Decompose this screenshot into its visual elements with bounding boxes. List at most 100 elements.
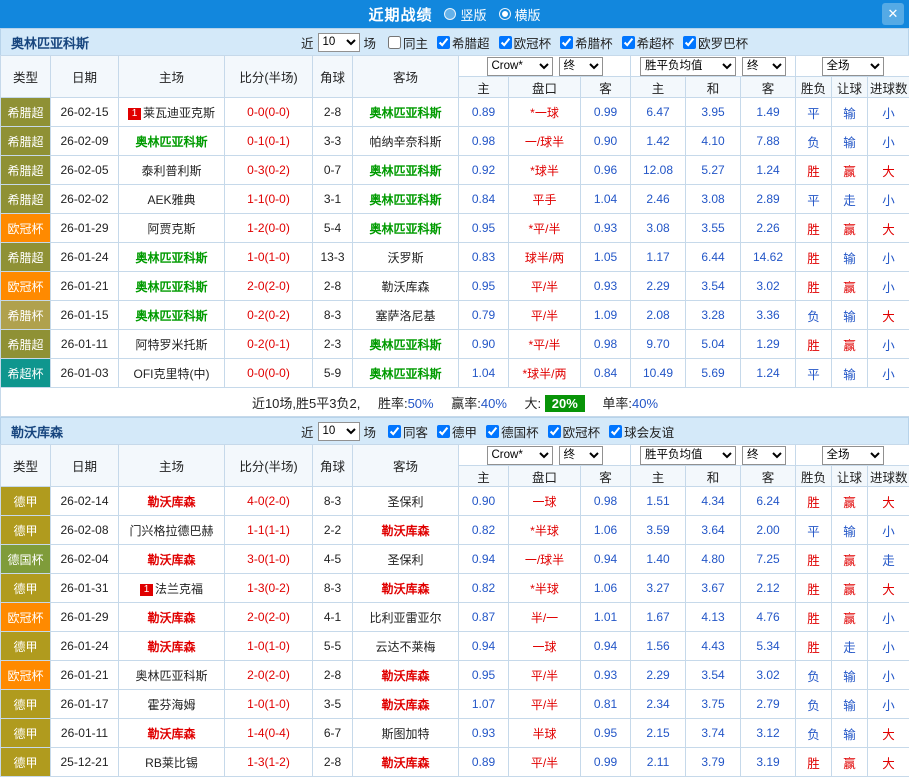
result-outcome: 胜: [796, 156, 832, 185]
team-name: 勒沃库森: [381, 756, 429, 770]
euro-home-odds: 1.40: [631, 545, 686, 574]
corner-score: 5-4: [313, 214, 353, 243]
close-button[interactable]: ✕: [882, 3, 904, 25]
match-score: 0-0(0-0): [225, 359, 313, 388]
filter-checkbox[interactable]: [609, 425, 622, 438]
recent-count-select[interactable]: 10: [318, 422, 360, 441]
filter-checkbox[interactable]: [486, 425, 499, 438]
match-score: 3-0(1-0): [225, 545, 313, 574]
radio-icon: [499, 8, 511, 20]
handicap-line: 平手: [509, 185, 581, 214]
team-name: 勒沃库森: [381, 280, 429, 294]
filter-同客[interactable]: 同客: [388, 422, 428, 441]
match-row: 德甲25-12-21RB莱比锡1-3(1-2)2-8勒沃库森0.89平/半0.9…: [1, 748, 909, 777]
filter-欧冠杯[interactable]: 欧冠杯: [548, 422, 601, 441]
match-score: 1-4(0-4): [225, 719, 313, 748]
euro-draw-odds: 5.27: [686, 156, 741, 185]
team-name: 勒沃库森: [147, 640, 195, 654]
filter-球会友谊[interactable]: 球会友谊: [609, 422, 674, 441]
bookmaker-select[interactable]: Crow*: [487, 446, 553, 465]
match-score: 1-1(1-1): [225, 516, 313, 545]
result-outcome: 胜: [796, 545, 832, 574]
filter-德国杯[interactable]: 德国杯: [486, 422, 539, 441]
filter-同主[interactable]: 同主: [388, 33, 428, 52]
team-name: 门兴格拉德巴赫: [129, 524, 213, 538]
match-date: 25-12-21: [51, 748, 119, 777]
subcolumn-euro-away: 客: [741, 77, 796, 98]
league-filters: 同客德甲德国杯欧冠杯球会友谊: [388, 422, 674, 441]
team-name: RB莱比锡: [145, 756, 198, 770]
match-date: 26-02-02: [51, 185, 119, 214]
filter-checkbox[interactable]: [388, 36, 401, 49]
handicap-line: *球半/两: [509, 359, 581, 388]
filter-欧罗巴杯[interactable]: 欧罗巴杯: [683, 33, 748, 52]
asian-away-odds: 1.01: [581, 603, 631, 632]
section-header: 奥林匹亚科斯 近 10 场 同主希腊超欧冠杯希腊杯希超杯欧罗巴杯: [0, 28, 909, 55]
result-goals: 走: [868, 545, 909, 574]
scope-select[interactable]: 全场: [822, 446, 884, 465]
filter-checkbox[interactable]: [437, 425, 450, 438]
team-name: 奥林匹亚科斯: [135, 669, 207, 683]
league-badge: 德甲: [1, 719, 51, 748]
filter-checkbox[interactable]: [437, 36, 450, 49]
away-team: 勒沃库森: [353, 272, 459, 301]
corner-score: 2-8: [313, 748, 353, 777]
match-row: 德国杯26-02-04勒沃库森3-0(1-0)4-5圣保利0.94一/球半0.9…: [1, 545, 909, 574]
filter-checkbox[interactable]: [560, 36, 573, 49]
filter-checkbox[interactable]: [683, 36, 696, 49]
match-date: 26-01-31: [51, 574, 119, 603]
column-header-score: 比分(半场): [225, 445, 313, 487]
team-name: 奥林匹亚科斯: [369, 367, 441, 381]
column-header-type: 类型: [1, 56, 51, 98]
league-badge: 希腊杯: [1, 301, 51, 330]
result-outcome: 负: [796, 127, 832, 156]
radio-icon: [444, 8, 456, 20]
filter-德甲[interactable]: 德甲: [437, 422, 477, 441]
result-goals: 小: [868, 243, 909, 272]
asian-home-odds: 0.89: [459, 748, 509, 777]
result-outcome: 平: [796, 185, 832, 214]
asian-stage-select[interactable]: 终: [559, 57, 603, 76]
scope-select[interactable]: 全场: [822, 57, 884, 76]
filter-checkbox[interactable]: [548, 425, 561, 438]
result-handicap: 输: [832, 359, 868, 388]
home-team: 勒沃库森: [119, 603, 225, 632]
subcolumn-handicap: 盘口: [509, 466, 581, 487]
euro-odds-select[interactable]: 胜平负均值: [640, 446, 736, 465]
result-goals: 大: [868, 748, 909, 777]
filter-希腊杯[interactable]: 希腊杯: [560, 33, 613, 52]
layout-option-vertical[interactable]: 竖版: [444, 5, 486, 24]
handicap-line: 半/一: [509, 603, 581, 632]
column-header-date: 日期: [51, 445, 119, 487]
filter-checkbox[interactable]: [499, 36, 512, 49]
result-outcome: 胜: [796, 632, 832, 661]
win-rate-label: 胜率:: [378, 396, 408, 411]
recent-count-select[interactable]: 10: [318, 33, 360, 52]
layout-option-horizontal[interactable]: 横版: [499, 5, 541, 24]
filter-希腊超[interactable]: 希腊超: [437, 33, 490, 52]
recent-label-pre: 近: [301, 33, 314, 52]
match-row: 希腊超26-02-05泰利普利斯0-3(0-2)0-7奥林匹亚科斯0.92*球半…: [1, 156, 909, 185]
euro-away-odds: 7.25: [741, 545, 796, 574]
home-team: OFI克里特(中): [119, 359, 225, 388]
home-team: RB莱比锡: [119, 748, 225, 777]
filter-checkbox[interactable]: [388, 425, 401, 438]
match-row: 希腊超26-01-11阿特罗米托斯0-2(0-1)2-3奥林匹亚科斯0.90*平…: [1, 330, 909, 359]
away-team: 塞萨洛尼基: [353, 301, 459, 330]
filter-欧冠杯[interactable]: 欧冠杯: [499, 33, 552, 52]
euro-stage-select[interactable]: 终: [742, 446, 786, 465]
filter-checkbox[interactable]: [622, 36, 635, 49]
euro-odds-select[interactable]: 胜平负均值: [640, 57, 736, 76]
euro-stage-select[interactable]: 终: [742, 57, 786, 76]
handicap-line: 平/半: [509, 690, 581, 719]
asian-home-odds: 0.95: [459, 214, 509, 243]
away-team: 帕纳辛奈科斯: [353, 127, 459, 156]
league-badge: 希腊超: [1, 185, 51, 214]
filter-希超杯[interactable]: 希超杯: [622, 33, 675, 52]
bookmaker-select[interactable]: Crow*: [487, 57, 553, 76]
asian-stage-select[interactable]: 终: [559, 446, 603, 465]
subcolumn-goals: 进球数: [868, 77, 909, 98]
filter-label: 同客: [403, 422, 428, 441]
euro-away-odds: 1.24: [741, 359, 796, 388]
cover-rate-value: 40%: [481, 396, 507, 411]
